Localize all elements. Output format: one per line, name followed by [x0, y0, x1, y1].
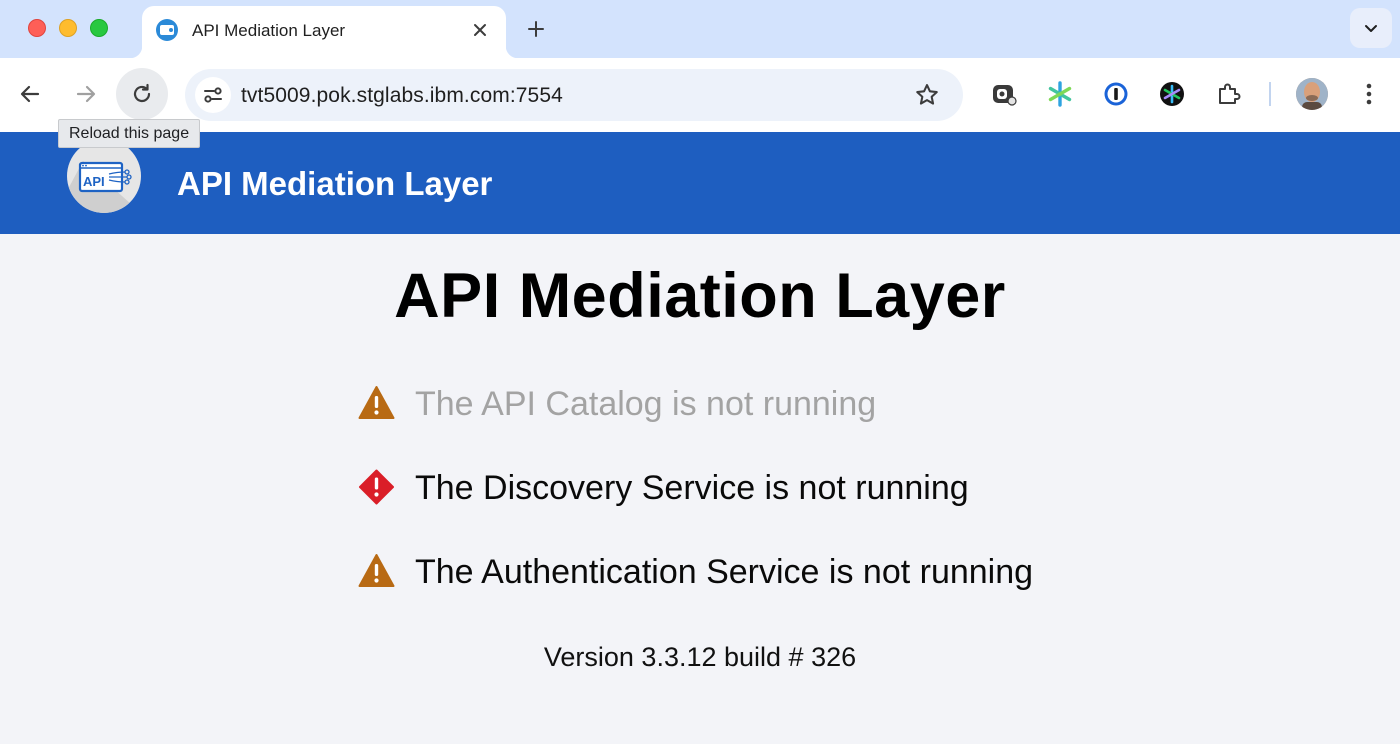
tune-icon	[204, 87, 222, 103]
app-header: API API Mediation Layer	[0, 132, 1400, 234]
active-tab[interactable]: API Mediation Layer	[130, 6, 518, 58]
status-item-api-catalog: The API Catalog is not running	[358, 381, 1078, 425]
window-close-button[interactable]	[28, 19, 46, 37]
back-button[interactable]	[5, 68, 55, 120]
toolbar-separator	[1269, 82, 1271, 106]
url-text[interactable]: tvt5009.pok.stglabs.ibm.com:7554	[241, 84, 563, 108]
asterisk-extension-icon[interactable]	[1046, 80, 1074, 108]
warning-triangle-icon	[358, 554, 395, 587]
bookmark-star-icon[interactable]	[913, 81, 941, 109]
new-tab-button[interactable]	[520, 13, 552, 45]
browser-menu-button[interactable]	[1355, 80, 1383, 108]
tab-search-button[interactable]	[1350, 8, 1392, 48]
reload-tooltip: Reload this page	[58, 119, 201, 148]
arrow-left-icon	[20, 85, 40, 103]
forward-button[interactable]	[61, 68, 111, 120]
profile-avatar[interactable]	[1296, 78, 1328, 110]
version-label: Version 3.3.12 build # 326	[543, 642, 857, 672]
tab-strip: API Mediation Layer	[0, 0, 1400, 58]
browser-toolbar: tvt5009.pok.stglabs.ibm.com:7554	[0, 58, 1400, 132]
tab-title: API Mediation Layer	[192, 21, 346, 40]
arrow-right-icon	[76, 85, 96, 103]
screen-cast-extension-icon[interactable]	[990, 80, 1018, 108]
warning-triangle-icon	[358, 386, 395, 419]
password-manager-extension-icon[interactable]	[1102, 80, 1130, 108]
tab-favicon-icon	[156, 19, 178, 41]
status-text: The Discovery Service is not running	[415, 469, 969, 507]
site-info-button[interactable]	[195, 77, 231, 113]
logo-text: API	[83, 174, 105, 189]
reload-icon	[133, 83, 151, 103]
window-minimize-button[interactable]	[59, 19, 77, 37]
window-maximize-button[interactable]	[90, 19, 108, 37]
extensions-puzzle-icon[interactable]	[1215, 80, 1243, 108]
page-title: API Mediation Layer	[394, 261, 1006, 331]
status-text: The Authentication Service is not runnin…	[415, 553, 1034, 591]
status-item-authentication-service: The Authentication Service is not runnin…	[358, 549, 1078, 593]
snowflake-extension-icon[interactable]	[1158, 80, 1186, 108]
more-vertical-icon	[1366, 83, 1372, 105]
reload-button[interactable]	[116, 68, 168, 120]
status-text: The API Catalog is not running	[415, 385, 877, 423]
address-bar[interactable]: tvt5009.pok.stglabs.ibm.com:7554	[185, 69, 963, 121]
api-logo-icon[interactable]: API	[67, 139, 141, 213]
error-diamond-icon	[359, 469, 394, 505]
app-header-title: API Mediation Layer	[177, 165, 493, 202]
chevron-down-icon	[1365, 25, 1377, 32]
tab-close-icon[interactable]	[468, 18, 492, 42]
status-item-discovery-service: The Discovery Service is not running	[358, 465, 1078, 509]
